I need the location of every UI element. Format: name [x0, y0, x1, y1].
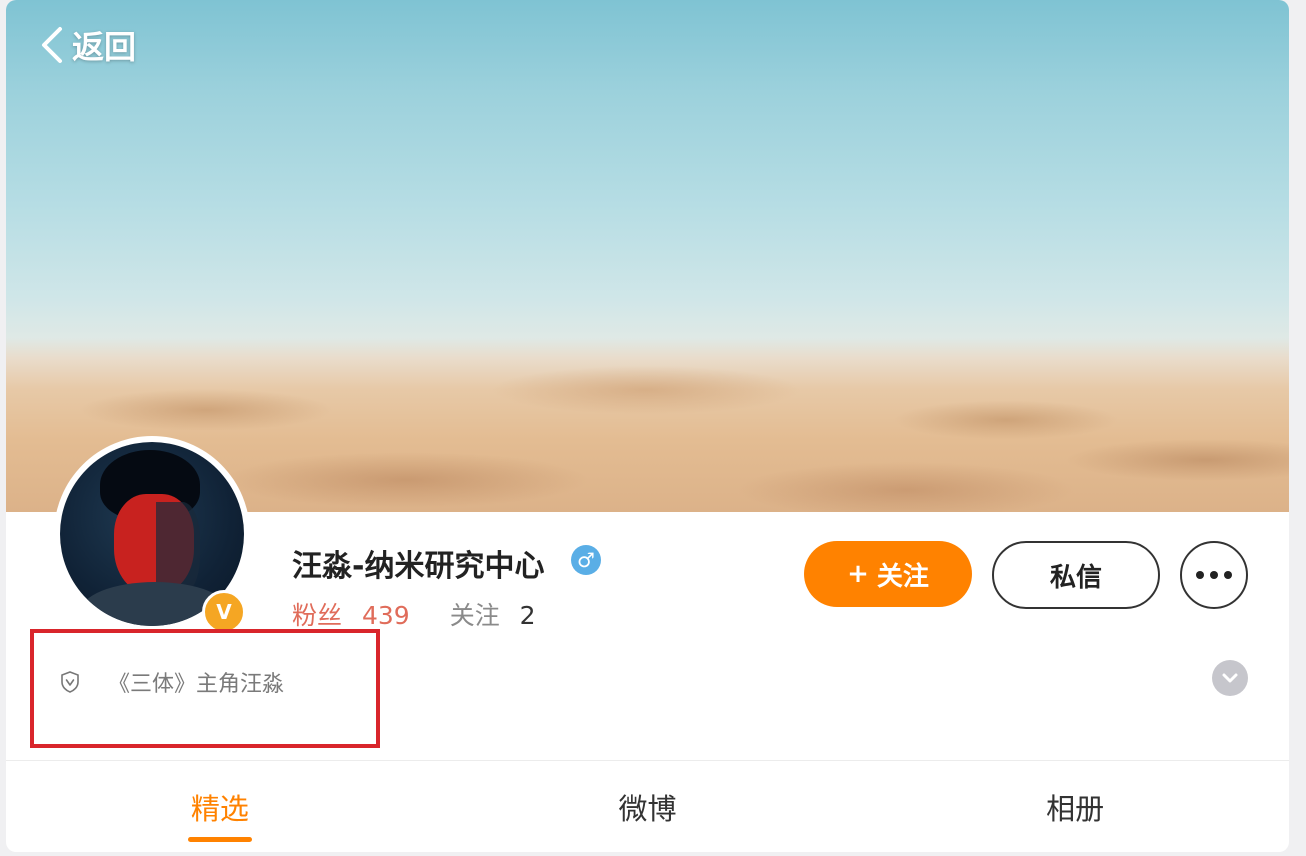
- more-dot-icon: [1210, 571, 1218, 579]
- verified-icon: V: [202, 590, 246, 634]
- profile-page: 返回 V 汪淼-纳米研究中心 ♂ 粉丝 439 关注 2 + 关注 私信 《三体…: [6, 0, 1289, 852]
- follow-label: 关注: [876, 561, 929, 592]
- profile-tabs: 精选 微博 相册: [6, 761, 1289, 852]
- tab-album[interactable]: 相册: [861, 761, 1289, 852]
- following-count: 2: [519, 601, 536, 630]
- expand-bio-button[interactable]: [1212, 660, 1248, 696]
- chevron-down-icon: [1222, 673, 1238, 683]
- tab-label: 相册: [1046, 791, 1105, 826]
- tab-weibo[interactable]: 微博: [434, 761, 862, 852]
- following-label: 关注: [449, 601, 500, 630]
- back-label: 返回: [72, 28, 137, 66]
- more-options-button[interactable]: [1180, 541, 1248, 609]
- message-button[interactable]: 私信: [992, 541, 1160, 609]
- fans-label: 粉丝: [292, 601, 343, 630]
- profile-stats: 粉丝 439 关注 2: [292, 596, 536, 632]
- back-button[interactable]: 返回: [38, 22, 136, 68]
- more-dot-icon: [1224, 571, 1232, 579]
- male-gender-icon: ♂: [571, 545, 601, 575]
- chevron-left-icon: [42, 27, 62, 63]
- fans-count: 439: [361, 601, 410, 630]
- follow-button[interactable]: + 关注: [804, 541, 972, 607]
- tab-featured[interactable]: 精选: [6, 761, 434, 852]
- cover-image: [6, 0, 1289, 512]
- tab-label: 微博: [618, 791, 677, 826]
- active-tab-indicator: [187, 837, 252, 842]
- profile-name: 汪淼-纳米研究中心: [292, 549, 545, 584]
- message-label: 私信: [1049, 562, 1102, 593]
- highlight-box: [30, 629, 380, 748]
- plus-icon: +: [847, 559, 869, 589]
- following-stat[interactable]: 关注 2: [450, 596, 536, 632]
- more-dot-icon: [1196, 571, 1204, 579]
- fans-stat[interactable]: 粉丝 439: [292, 596, 410, 632]
- tab-label: 精选: [190, 791, 249, 826]
